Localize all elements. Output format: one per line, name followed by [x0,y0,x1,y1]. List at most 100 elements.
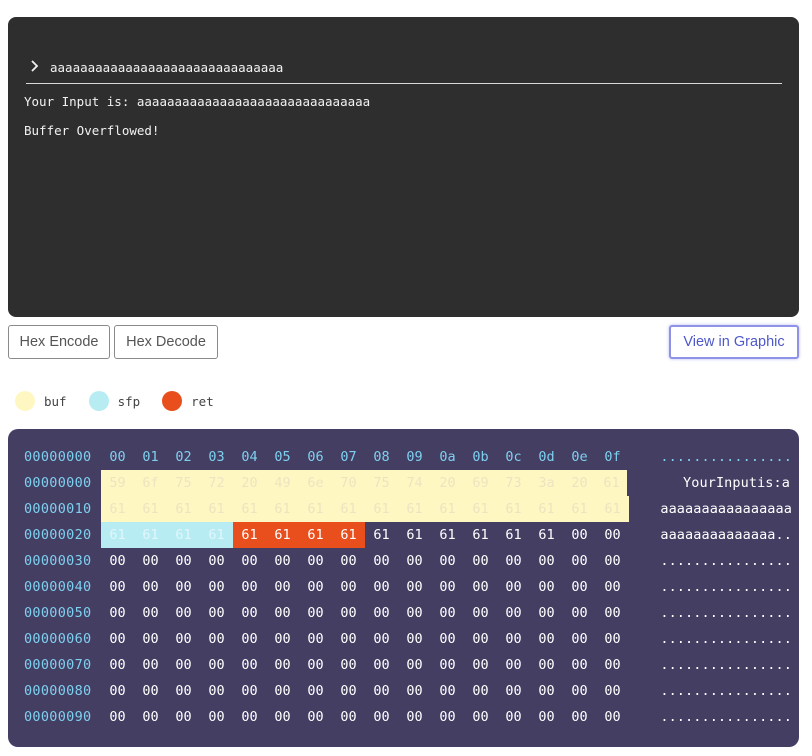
view-in-graphic-button[interactable]: View in Graphic [669,325,799,359]
legend-label: sfp [117,393,141,409]
byte-cell: 00 [175,709,192,725]
byte-cell: 00 [208,553,225,569]
hex-row: 00000010 61 61 61 61 61 61 61 61 61 61 61 61 61 61 61 61… [8,496,799,522]
byte-cell: 00 [340,631,357,647]
byte-cell: 00 [307,657,324,673]
byte-cell: 00 [142,631,159,647]
byte-cell: 00 [208,605,225,621]
row-address: 00000000 [24,475,92,491]
byte-cell: 00 [406,579,423,595]
ascii-column: YourInputis:a [683,475,790,491]
byte-cell: 00 [208,579,225,595]
row-address: 00000040 [24,579,92,595]
byte-cell: 00 [241,605,258,621]
byte-cell: 00 [472,579,489,595]
byte-cell-buf: 61 [596,470,627,496]
byte-cell: 00 [472,657,489,673]
legend-item-buf: buf [15,391,67,411]
ascii-column: ................ [660,709,792,725]
byte-cell: 00 [373,683,390,699]
byte-cell-buf: 61 [167,496,200,522]
byte-cell: 00 [604,631,621,647]
byte-cell: 00 [538,631,555,647]
byte-cell-buf: 49 [266,470,299,496]
byte-cell: 00 [439,553,456,569]
ascii-column: aaaaaaaaaaaaaaaa [660,501,792,517]
byte-cell: 00 [208,657,225,673]
byte-cell: 00 [307,631,324,647]
byte-cell: 00 [604,657,621,673]
byte-cell: 00 [175,683,192,699]
byte-cell: 00 [439,657,456,673]
row-address: 00000070 [24,657,92,673]
ret-swatch-icon [162,391,183,411]
byte-cell: 00 [241,631,258,647]
byte-cell: 00 [373,579,390,595]
byte-cell: 00 [373,657,390,673]
byte-cell-buf: 75 [365,470,398,496]
byte-cell: 00 [538,553,555,569]
byte-cell: 00 [472,553,489,569]
byte-cell: 00 [604,579,621,595]
column-header: 00 [109,449,126,465]
byte-cell: 00 [505,709,522,725]
row-address: 00000030 [24,553,92,569]
byte-cell-buf: 59 [101,470,134,496]
byte-cell: 00 [109,657,126,673]
byte-cell-sfp: 61 [200,522,233,548]
byte-cell: 00 [571,579,588,595]
byte-cell-buf: 61 [200,496,233,522]
byte-cell: 61 [373,527,390,543]
byte-cell: 00 [538,657,555,673]
byte-cell-buf: 61 [596,496,629,522]
hex-row: 00000080 00 00 00 00 00 00 00 00 00 00 00 00 00 00 00 00… [8,678,799,704]
byte-cell: 00 [340,709,357,725]
byte-cell: 00 [274,657,291,673]
hex-decode-button[interactable]: Hex Decode [114,325,218,359]
hex-row: 00000000 59 6f 75 72 20 49 6e 70 75 74 20 69 73 3a 20 61… [8,470,799,496]
byte-cell: 00 [109,631,126,647]
ascii-column: aaaaaaaaaaaaaa.. [660,527,792,543]
byte-cell: 00 [439,579,456,595]
byte-cell: 00 [175,553,192,569]
byte-cell-buf: 61 [299,496,332,522]
output-line: Your Input is: aaaaaaaaaaaaaaaaaaaaaaaaa… [24,94,371,109]
byte-cell-buf: 6e [299,470,332,496]
byte-cell: 00 [340,553,357,569]
byte-cell-buf: 61 [497,496,530,522]
byte-cell-buf: 61 [101,496,134,522]
byte-cell: 00 [340,605,357,621]
buf-swatch-icon [15,391,35,411]
byte-cell-ret: 61 [233,522,266,548]
byte-cell: 00 [373,553,390,569]
ascii-column: ................ [660,683,792,699]
row-address: 00000080 [24,683,92,699]
byte-cell: 00 [274,709,291,725]
byte-cell: 00 [307,579,324,595]
byte-cell: 00 [439,709,456,725]
byte-cell: 00 [439,631,456,647]
byte-cell: 61 [439,527,456,543]
byte-cell: 00 [241,579,258,595]
column-header: 07 [340,449,357,465]
byte-cell-buf: 61 [398,496,431,522]
command-input[interactable] [50,57,770,77]
byte-cell: 00 [505,683,522,699]
byte-cell: 00 [109,683,126,699]
sfp-swatch-icon [88,391,109,411]
hex-encode-button[interactable]: Hex Encode [8,325,110,359]
byte-cell-buf: 61 [134,496,167,522]
ascii-column: ................ [660,657,792,673]
byte-cell: 00 [406,683,423,699]
byte-cell: 00 [142,683,159,699]
byte-cell: 00 [505,605,522,621]
byte-cell: 61 [505,527,522,543]
byte-cell: 00 [571,683,588,699]
ascii-column: ................ [660,553,792,569]
byte-cell: 61 [472,527,489,543]
byte-cell: 00 [142,709,159,725]
hex-row: 00000060 00 00 00 00 00 00 00 00 00 00 00 00 00 00 00 00… [8,626,799,652]
byte-cell: 00 [274,605,291,621]
byte-cell: 00 [505,657,522,673]
byte-cell: 00 [109,579,126,595]
